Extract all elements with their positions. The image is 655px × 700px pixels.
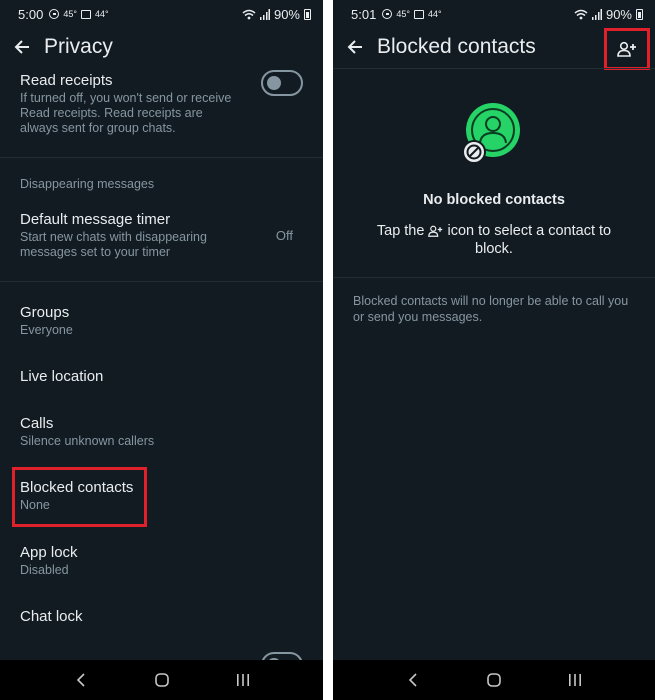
read-receipts-description: If turned off, you won't send or receive… xyxy=(20,91,232,135)
live-location-setting[interactable]: Live location xyxy=(20,368,303,385)
status-bar: 5:00 45° 44° 90% xyxy=(0,0,323,28)
groups-title: Groups xyxy=(20,304,70,321)
battery-percent: 90% xyxy=(273,6,300,22)
status-time: 5:00 xyxy=(18,6,44,22)
battery-icon xyxy=(304,8,311,20)
back-arrow-icon[interactable] xyxy=(345,37,365,57)
groups-setting[interactable]: Groups Everyone xyxy=(20,304,303,338)
notification-icon xyxy=(382,9,393,19)
back-arrow-icon[interactable] xyxy=(12,37,32,57)
calls-title: Calls xyxy=(20,415,54,432)
divider xyxy=(0,157,323,158)
system-nav-bar xyxy=(333,660,655,700)
nav-back-icon[interactable] xyxy=(401,668,425,692)
page-title: Blocked contacts xyxy=(377,35,536,58)
add-contact-icon xyxy=(617,41,636,57)
read-receipts-toggle[interactable] xyxy=(261,70,303,96)
highlight-box xyxy=(12,467,147,527)
default-timer-title: Default message timer xyxy=(20,211,171,228)
system-nav-bar xyxy=(0,660,323,700)
status-temp: 45° xyxy=(63,9,77,19)
status-time: 5:01 xyxy=(351,6,377,22)
default-timer-value: Off xyxy=(275,228,293,243)
nav-home-icon[interactable] xyxy=(150,668,174,692)
signal-icon xyxy=(259,8,270,20)
default-timer-description: Start new chats with disappearing messag… xyxy=(20,230,207,259)
blocked-contacts-screen: 5:01 45° 44° 90% Blocked contacts No blo… xyxy=(333,0,655,700)
add-contact-icon xyxy=(428,225,443,238)
blocked-contacts-footnote: Blocked contacts will no longer be able … xyxy=(353,294,629,324)
image-icon xyxy=(413,9,424,19)
status-temp-2: 44° xyxy=(94,9,109,19)
app-lock-setting[interactable]: App lock Disabled xyxy=(20,544,303,578)
live-location-title: Live location xyxy=(20,368,104,385)
battery-percent: 90% xyxy=(605,6,632,22)
page-title: Privacy xyxy=(44,35,113,58)
wifi-icon xyxy=(242,9,256,19)
battery-icon xyxy=(636,8,643,20)
add-contact-button[interactable] xyxy=(604,28,650,70)
privacy-screen: 5:00 45° 44° 90% Privacy Read receipts I… xyxy=(0,0,323,700)
chat-lock-title: Chat lock xyxy=(20,608,83,625)
divider xyxy=(333,277,655,278)
blocked-contact-illustration-icon xyxy=(462,103,520,164)
calls-value: Silence unknown callers xyxy=(20,434,155,448)
empty-desc-part-2: icon to select a contact to block. xyxy=(443,223,612,257)
nav-home-icon[interactable] xyxy=(482,668,506,692)
app-bar: Privacy xyxy=(0,28,323,66)
groups-value: Everyone xyxy=(20,323,73,337)
notification-icon xyxy=(49,9,60,19)
status-temp: 45° xyxy=(396,9,410,19)
status-temp-2: 44° xyxy=(427,9,442,19)
status-bar: 5:01 45° 44° 90% xyxy=(333,0,655,28)
read-receipts-title: Read receipts xyxy=(20,72,113,89)
read-receipts-setting[interactable]: Read receipts If turned off, you won't s… xyxy=(20,72,243,136)
calls-setting[interactable]: Calls Silence unknown callers xyxy=(20,415,303,449)
app-lock-value: Disabled xyxy=(20,563,69,577)
nav-recents-icon[interactable] xyxy=(563,668,587,692)
app-bar: Blocked contacts xyxy=(333,28,655,70)
empty-state-title: No blocked contacts xyxy=(423,192,565,208)
app-lock-title: App lock xyxy=(20,544,78,561)
nav-recents-icon[interactable] xyxy=(231,668,255,692)
signal-icon xyxy=(591,8,602,20)
divider xyxy=(0,281,323,282)
nav-back-icon[interactable] xyxy=(69,668,93,692)
image-icon xyxy=(80,9,91,19)
empty-state-description: Tap the icon to select a contact to bloc… xyxy=(363,222,625,258)
wifi-icon xyxy=(574,9,588,19)
chat-lock-setting[interactable]: Chat lock xyxy=(20,608,303,625)
empty-desc-part-1: Tap the xyxy=(376,223,429,239)
default-message-timer-setting[interactable]: Default message timer Start new chats wi… xyxy=(20,211,243,260)
disappearing-messages-header: Disappearing messages xyxy=(20,177,155,191)
divider xyxy=(333,68,655,69)
